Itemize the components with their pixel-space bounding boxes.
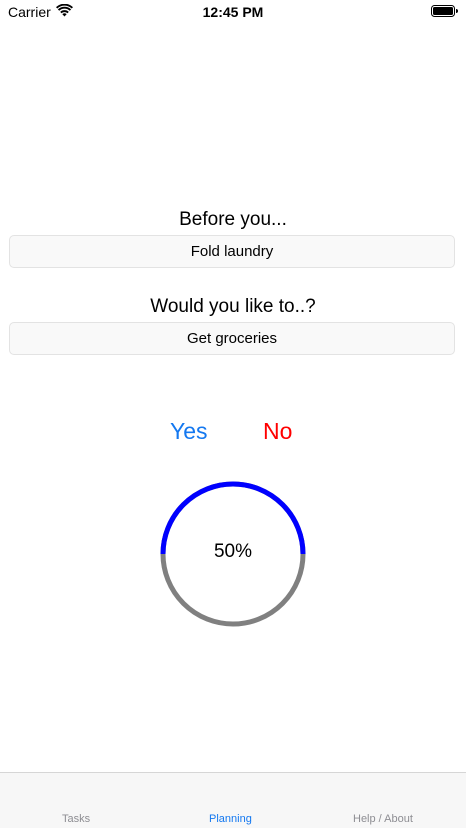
- tab-bar: Tasks Planning Help / About: [0, 772, 466, 828]
- app-screen: Carrier 12:45 PM Before you... Fold laun…: [0, 0, 466, 828]
- battery-icon: [431, 5, 458, 17]
- no-button[interactable]: No: [263, 418, 292, 445]
- status-bar: Carrier 12:45 PM: [0, 0, 466, 24]
- progress-label: 50%: [213, 541, 253, 562]
- tab-planning[interactable]: Planning: [209, 813, 252, 825]
- would-task-field[interactable]: Get groceries: [9, 322, 455, 355]
- before-label: Before you...: [179, 209, 287, 230]
- status-time: 12:45 PM: [202, 4, 264, 20]
- tab-help-about[interactable]: Help / About: [353, 813, 413, 825]
- tab-tasks[interactable]: Tasks: [62, 813, 90, 825]
- yes-button[interactable]: Yes: [170, 418, 208, 445]
- would-label: Would you like to..?: [150, 296, 316, 317]
- before-task-field[interactable]: Fold laundry: [9, 235, 455, 268]
